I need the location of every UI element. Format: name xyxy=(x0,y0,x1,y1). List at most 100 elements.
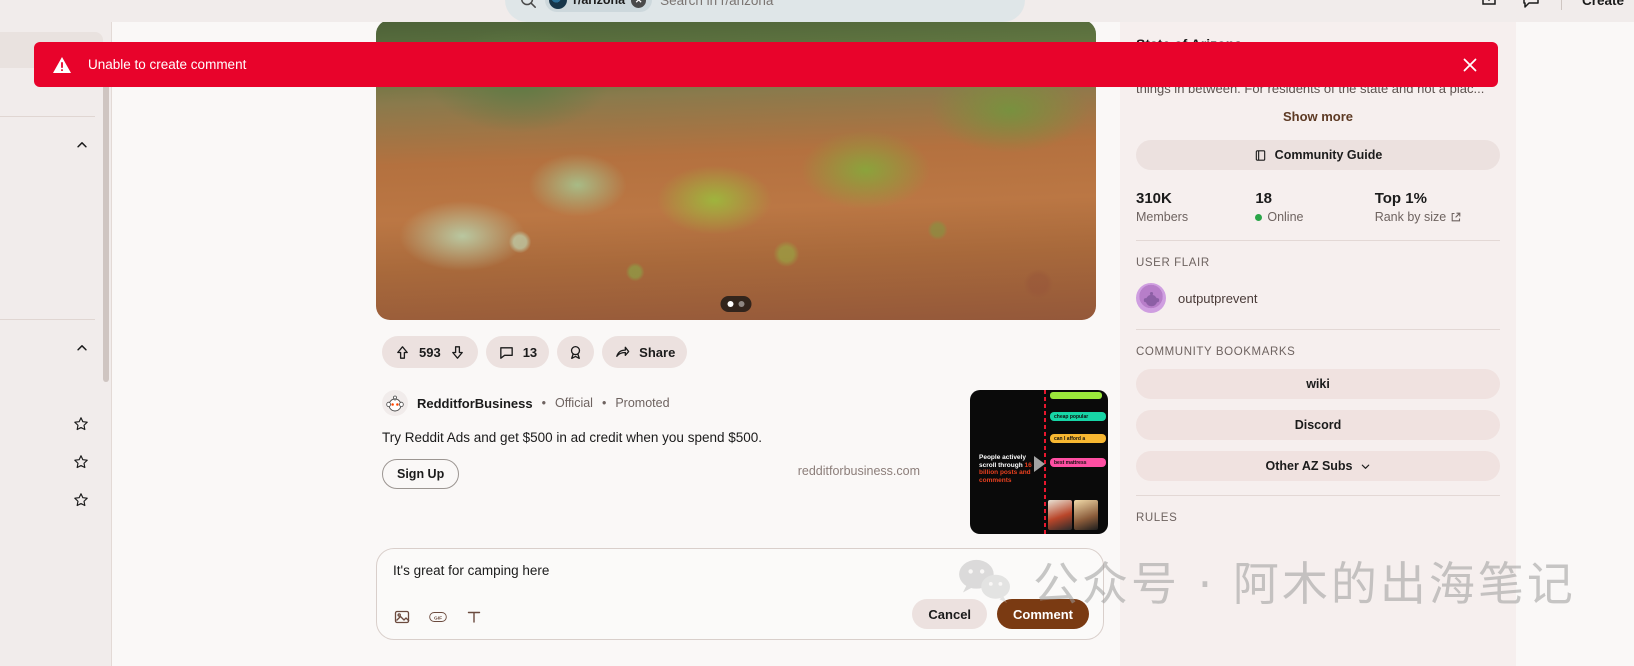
award-button[interactable] xyxy=(557,336,595,368)
composer-toolbar: GIF xyxy=(393,608,483,626)
community-bookmarks-heading: COMMUNITY BOOKMARKS xyxy=(1136,346,1296,358)
vote-pill[interactable]: 593 xyxy=(382,336,478,368)
stat-members: 310K Members xyxy=(1136,190,1255,224)
stat-online: 18 Online xyxy=(1255,190,1374,224)
ad-tag-1: cheap popular xyxy=(1050,412,1106,421)
downvote-arrow-icon[interactable] xyxy=(449,344,466,361)
chevron-up-icon[interactable] xyxy=(75,341,89,355)
promoted-thumbnail[interactable]: People actively scroll through 16 billio… xyxy=(970,390,1108,534)
mod-mail-icon[interactable] xyxy=(1481,0,1501,10)
sidebar-item-recent-1[interactable]: nents xyxy=(0,165,103,201)
user-flair-heading: USER FLAIR xyxy=(1136,257,1210,269)
separator: • xyxy=(601,396,607,410)
play-triangle-icon xyxy=(1034,456,1045,472)
search-placeholder: Search in r/arizona xyxy=(660,0,774,8)
promoted-url[interactable]: redditforbusiness.com xyxy=(798,464,920,478)
ad-tag-top xyxy=(1050,392,1102,399)
carousel-dot[interactable] xyxy=(738,301,745,307)
community-guide-label: Community Guide xyxy=(1274,148,1383,162)
share-label: Share xyxy=(639,344,676,360)
top-header: r/arizona ✕ Search in r/arizona Create xyxy=(0,0,1634,22)
chevron-down-icon xyxy=(1361,464,1369,469)
carousel-dot-active[interactable] xyxy=(727,301,734,307)
svg-text:GIF: GIF xyxy=(434,615,442,621)
community-guide-button[interactable]: Community Guide xyxy=(1136,140,1500,170)
star-icon[interactable] xyxy=(73,454,89,470)
sidebar-scrollbar[interactable] xyxy=(103,82,109,382)
official-badge: Official xyxy=(554,396,593,410)
sidebar-section-recent[interactable]: RECENT xyxy=(0,127,103,163)
error-toast: Unable to create comment xyxy=(34,42,1498,87)
search-bar[interactable]: r/arizona ✕ Search in r/arizona xyxy=(505,0,1025,22)
upvote-count: 593 xyxy=(419,344,441,360)
ad-image-row xyxy=(1048,500,1098,530)
ad-tag-3: best mattress xyxy=(1050,458,1106,467)
snoo-avatar-icon[interactable] xyxy=(382,390,408,416)
sidebar-item-community-1[interactable]: nents xyxy=(0,406,103,442)
app-root: r/arizona ✕ Search in r/arizona Create xyxy=(0,0,1634,666)
book-icon xyxy=(1255,149,1265,161)
chevron-up-icon[interactable] xyxy=(75,138,89,152)
search-icon xyxy=(521,0,536,8)
bookmark-label: Discord xyxy=(1294,418,1342,432)
sign-up-button[interactable]: Sign Up xyxy=(382,459,460,489)
ad-image-thumb xyxy=(1074,500,1098,530)
bookmark-label: wiki xyxy=(1306,377,1330,391)
ad-tag-2: can I afford a xyxy=(1050,434,1106,443)
carousel-indicator xyxy=(720,296,752,312)
star-icon[interactable] xyxy=(73,416,89,432)
bookmark-discord[interactable]: Discord xyxy=(1136,410,1500,440)
sidebar-item-create-community[interactable]: mmunity xyxy=(0,368,103,404)
ad-image-thumb xyxy=(1048,500,1072,530)
external-link-icon xyxy=(1451,212,1461,222)
stat-value: 18 xyxy=(1255,190,1273,207)
right-sidebar: State of Arizona Everything Arizona, fro… xyxy=(1120,22,1516,666)
stat-value: Top 1% xyxy=(1374,190,1427,207)
sidebar-item-community-3[interactable] xyxy=(0,482,103,518)
comment-composer[interactable]: GIF Cancel Comment xyxy=(376,548,1104,640)
comment-count: 13 xyxy=(522,344,538,360)
snoo-avatar-icon xyxy=(1136,283,1166,313)
award-ribbon-icon xyxy=(571,345,581,359)
promoted-author[interactable]: RedditforBusiness xyxy=(417,396,533,411)
gif-icon[interactable]: GIF xyxy=(429,608,447,626)
search-chip-label: r/arizona xyxy=(573,0,626,7)
ad-copy-block: People actively scroll through 16 billio… xyxy=(970,390,1042,534)
sidebar-divider xyxy=(0,116,95,117)
ad-headline-white: People actively scroll through xyxy=(979,454,1026,469)
create-button[interactable]: Create xyxy=(1582,0,1624,8)
subreddit-avatar-icon xyxy=(549,0,567,9)
stat-label-wrap[interactable]: Rank by size xyxy=(1375,210,1500,224)
cancel-button[interactable]: Cancel xyxy=(912,599,988,629)
online-status-dot-icon xyxy=(1255,213,1263,221)
left-sidebar: tom feed RECENT nents COMMUNITIES mmunit… xyxy=(0,22,112,666)
sidebar-section-communities[interactable]: COMMUNITIES xyxy=(0,330,103,366)
bookmark-wiki[interactable]: wiki xyxy=(1136,369,1500,399)
rules-heading: RULES xyxy=(1136,512,1178,524)
share-button[interactable]: Share xyxy=(602,336,688,368)
stat-rank: Top 1% Rank by size xyxy=(1375,190,1500,224)
comment-submit-button[interactable]: Comment xyxy=(997,599,1089,629)
upvote-arrow-icon[interactable] xyxy=(394,344,411,361)
post-action-bar: 593 13 Share xyxy=(376,336,1116,368)
community-stats: 310K Members 18 Online Top 1% Rank by si… xyxy=(1136,190,1500,224)
close-icon[interactable] xyxy=(1460,55,1480,75)
text-format-icon[interactable] xyxy=(465,608,483,626)
error-toast-message: Unable to create comment xyxy=(88,57,247,72)
comments-pill[interactable]: 13 xyxy=(485,336,550,368)
bookmark-other-az-subs[interactable]: Other AZ Subs xyxy=(1136,451,1500,481)
header-divider xyxy=(1560,0,1562,10)
share-arrow-icon xyxy=(616,346,630,357)
close-icon[interactable]: ✕ xyxy=(631,0,647,8)
separator: • xyxy=(541,396,546,410)
comment-input[interactable] xyxy=(393,563,1087,578)
user-flair-row[interactable]: outputprevent xyxy=(1136,283,1500,313)
star-icon[interactable] xyxy=(73,492,89,508)
chat-bubble-icon[interactable] xyxy=(1521,0,1541,10)
post-card: 593 13 Share RedditforBusiness • Officia… xyxy=(376,22,1116,534)
search-subreddit-chip[interactable]: r/arizona ✕ xyxy=(545,0,653,12)
image-icon[interactable] xyxy=(393,608,411,626)
sidebar-item-community-2[interactable] xyxy=(0,444,103,480)
header-actions: Create xyxy=(1481,0,1624,22)
show-more-button[interactable]: Show more xyxy=(1136,109,1500,124)
